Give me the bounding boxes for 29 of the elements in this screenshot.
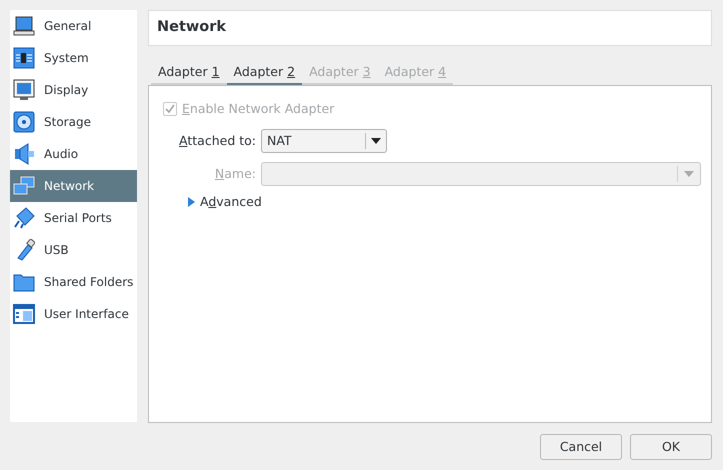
- advanced-toggle[interactable]: Advanced: [187, 193, 701, 211]
- attached-to-dropdown[interactable]: NAT: [261, 129, 387, 153]
- field-label: Name:: [214, 164, 257, 183]
- laptop-icon: [13, 15, 35, 37]
- plug-icon: [13, 207, 35, 229]
- sidebar-item[interactable]: General: [10, 10, 137, 42]
- window-icon: [13, 303, 35, 325]
- dialog-button[interactable]: Cancel: [540, 434, 622, 460]
- field-label: Attached to:: [178, 132, 257, 150]
- sidebar-item[interactable]: Shared Folders: [10, 266, 137, 298]
- sidebar-item[interactable]: Network: [10, 170, 137, 202]
- monitor-icon: [13, 79, 35, 101]
- sidebar-item[interactable]: User Interface: [10, 298, 137, 330]
- name-dropdown[interactable]: [261, 162, 701, 186]
- speaker-icon: [13, 143, 35, 165]
- dialog-button[interactable]: OK: [630, 434, 712, 460]
- sidebar-item[interactable]: USB: [10, 234, 137, 266]
- sidebar-item[interactable]: Display: [10, 74, 137, 106]
- sidebar-item[interactable]: Serial Ports: [10, 202, 137, 234]
- computers-icon: [13, 175, 35, 197]
- caret-icon: [371, 138, 381, 144]
- caret-icon: [684, 171, 694, 177]
- checkbox-label: Enable Network Adapter: [182, 100, 334, 118]
- page-title: Network: [157, 18, 226, 38]
- sidebar-item[interactable]: System: [10, 42, 137, 74]
- sidebar-item[interactable]: Audio: [10, 138, 137, 170]
- triangle-icon: [187, 197, 195, 207]
- chip-icon: [13, 47, 35, 69]
- sidebar-item[interactable]: Storage: [10, 106, 137, 138]
